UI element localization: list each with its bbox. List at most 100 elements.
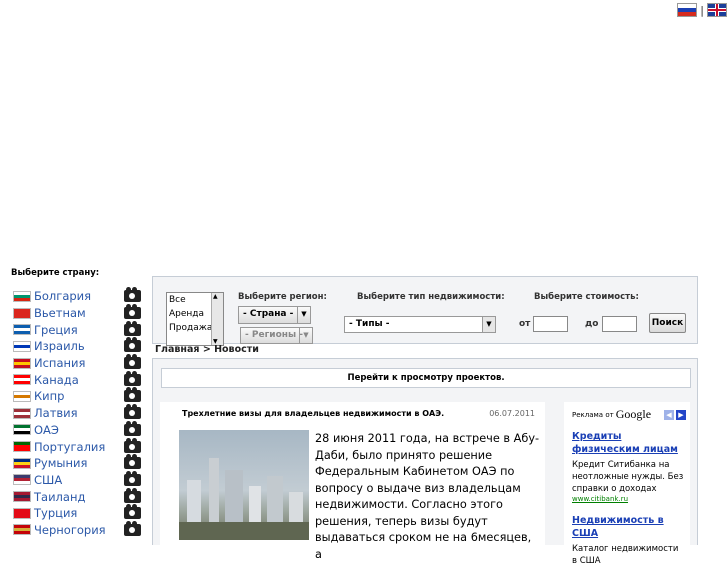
listbox-scrollbar[interactable] [211,293,223,345]
country-name[interactable]: Испания [34,356,85,370]
price-label: Выберите стоимость: [534,292,639,302]
country-name[interactable]: Таиланд [34,490,85,504]
country-name[interactable]: Черногория [34,523,106,537]
country-item[interactable]: Израиль [0,337,150,355]
country-sidebar-heading: Выберите страну: [11,268,100,278]
chevron-down-icon: ▼ [482,317,495,332]
video-camera-icon[interactable] [124,320,141,336]
deal-type-listbox[interactable]: Все Аренда Продажа [166,292,224,346]
country-name[interactable]: Вьетнам [34,306,86,320]
country-item[interactable]: Черногория [0,520,150,539]
view-projects-link[interactable]: Перейти к просмотру проектов. [161,368,691,388]
country-name[interactable]: Канада [34,373,79,387]
ads-header-label: Реклама от [572,410,614,419]
country-item[interactable]: Болгария [0,287,150,305]
price-from-input[interactable] [533,316,568,332]
country-item[interactable]: Вьетнам [0,304,150,322]
country-name[interactable]: Кипр [34,389,64,403]
country-item[interactable]: Румыния [0,454,150,472]
search-button[interactable]: Поиск [649,313,686,333]
video-camera-icon[interactable] [124,420,141,436]
news-date: 06.07.2011 [489,409,535,418]
property-type-value: - Типы - [349,319,390,329]
regions-select[interactable]: - Регионы - ▼ [240,327,313,344]
country-flag-icon [13,457,31,469]
country-item[interactable]: ОАЭ [0,420,150,439]
country-flag-icon [13,524,31,536]
chevron-down-icon: ▼ [297,307,310,323]
ad-title[interactable]: Кредиты физическим лицам [572,430,686,456]
country-name[interactable]: Греция [34,323,78,337]
country-name[interactable]: Турция [34,506,77,520]
country-flag-icon [13,390,31,402]
country-name[interactable]: Португалия [34,440,105,454]
ad-description: Кредит Ситибанка на неотложные нужды. Бе… [572,460,684,494]
country-flag-icon [13,441,31,453]
video-camera-icon[interactable] [124,404,141,420]
chevron-right-icon[interactable]: ▶ [676,409,686,420]
country-item[interactable]: Испания [0,354,150,372]
country-flag-icon [13,307,31,319]
video-camera-icon[interactable] [124,504,141,520]
country-list: Болгария Вьетнам Греция Израиль Испания Канад… [0,287,150,539]
country-flag-icon [13,491,31,503]
region-label: Выберите регион: [238,292,327,302]
ad-url[interactable]: www.citibank.ru [572,495,686,503]
english-flag-icon[interactable] [707,3,727,17]
video-camera-icon[interactable] [124,370,141,386]
ad-description: Каталог недвижимости в США [572,544,679,566]
news-text: 28 июня 2011 года, на встрече в Абу-Даби… [315,432,540,561]
country-flag-icon [13,507,31,519]
country-flag-icon [13,290,31,302]
price-to-label: до [585,319,599,329]
country-select[interactable]: - Страна - ▼ [238,306,311,324]
regions-select-value: - Регионы - [245,330,303,340]
country-sidebar: Выберите страну: Болгария Вьетнам Греция Из… [0,268,150,538]
video-camera-icon[interactable] [124,354,141,370]
country-flag-icon [13,474,31,486]
property-type-select[interactable]: - Типы - ▼ [344,316,496,333]
country-item[interactable]: Греция [0,320,150,338]
country-name[interactable]: Латвия [34,406,78,420]
video-camera-icon[interactable] [124,520,141,536]
video-camera-icon[interactable] [124,454,141,470]
country-flag-icon [13,324,31,336]
country-item[interactable]: Португалия [0,437,150,455]
country-item[interactable]: Канада [0,370,150,388]
price-from-label: от [519,319,531,329]
country-name[interactable]: Израиль [34,339,85,353]
country-flag-icon [13,340,31,352]
ads-block: Реклама от Google ◀ ▶ Кредиты физическим… [564,402,690,566]
country-name[interactable]: США [34,473,62,487]
news-title[interactable]: Трехлетние визы для владельцев недвижимо… [182,409,444,418]
content-panel: Перейти к просмотру проектов. Трехлетние… [152,358,698,566]
russian-flag-icon[interactable] [677,3,698,17]
property-type-label: Выберите тип недвижимости: [357,292,505,302]
ad-title[interactable]: Недвижимость в США [572,514,686,540]
country-flag-icon [13,424,31,436]
video-camera-icon[interactable] [124,287,141,303]
video-camera-icon[interactable] [124,337,141,353]
google-logo: Google [615,407,652,421]
country-item[interactable]: Таиланд [0,487,150,505]
country-item[interactable]: Турция [0,504,150,522]
video-camera-icon[interactable] [124,304,141,320]
country-name[interactable]: ОАЭ [34,423,59,437]
breadcrumb[interactable]: Главная > Новости [155,344,259,355]
country-name[interactable]: Болгария [34,289,91,303]
country-item[interactable]: США [0,470,150,489]
video-camera-icon[interactable] [124,387,141,403]
language-switcher: | [677,3,727,17]
country-item[interactable]: Кипр [0,387,150,405]
chevron-down-icon: ▼ [299,328,312,343]
price-to-input[interactable] [602,316,637,332]
country-item[interactable]: Латвия [0,404,150,422]
video-camera-icon[interactable] [124,470,141,486]
country-name[interactable]: Румыния [34,456,87,470]
video-camera-icon[interactable] [124,487,141,503]
chevron-left-icon[interactable]: ◀ [664,409,674,420]
video-camera-icon[interactable] [124,437,141,453]
news-photo[interactable] [179,430,309,540]
news-item: Трехлетние визы для владельцев недвижимо… [160,402,545,561]
country-flag-icon [13,357,31,369]
